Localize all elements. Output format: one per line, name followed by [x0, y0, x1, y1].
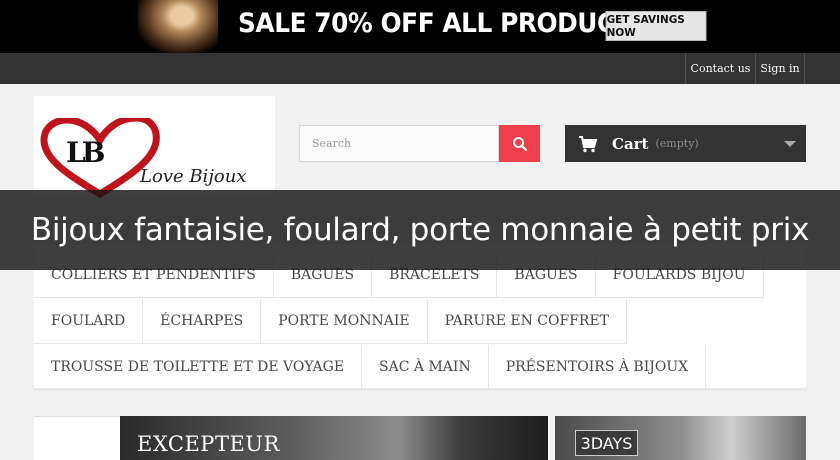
page-title: Bijoux fantaisie, foulard, porte monnaie…	[30, 212, 810, 248]
promo-banner[interactable]: SALE 70% OFF ALL PRODUCTS GET SAVINGS NO…	[0, 0, 840, 53]
search-input[interactable]	[299, 125, 499, 162]
chevron-down-icon[interactable]	[784, 141, 796, 147]
get-savings-button[interactable]: GET SAVINGS NOW	[605, 11, 707, 41]
menu-item-sac-a-main[interactable]: SAC À MAIN	[362, 345, 489, 390]
menu-row: FOULARD ÉCHARPES PORTE MONNAIE PARURE EN…	[34, 299, 628, 344]
site-logo[interactable]: LB Love Bijoux	[34, 96, 275, 198]
cart-label: Cart	[612, 134, 649, 153]
search-bar	[299, 125, 540, 162]
search-icon	[512, 136, 527, 151]
contact-us-link[interactable]: Contact us	[685, 53, 755, 84]
slider-banner[interactable]: EXCEPTEUR	[120, 416, 548, 460]
search-button[interactable]	[499, 125, 540, 162]
menu-item-presentoirs[interactable]: PRÉSENTOIRS À BIJOUX	[488, 345, 707, 390]
slider-side-panel	[34, 416, 120, 460]
promo-side-banner[interactable]: 3DAYS	[555, 416, 806, 460]
menu-item-porte-monnaie[interactable]: PORTE MONNAIE	[261, 299, 428, 344]
menu-item-foulard[interactable]: FOULARD	[34, 299, 144, 344]
promo-model-image	[138, 0, 218, 53]
cart-status: (empty)	[655, 137, 699, 150]
title-overlay: Bijoux fantaisie, foulard, porte monnaie…	[0, 190, 840, 270]
promo-headline: SALE 70% OFF ALL PRODUCTS	[238, 8, 649, 39]
cart-button[interactable]: Cart (empty)	[565, 125, 806, 162]
slider-caption: EXCEPTEUR	[137, 432, 280, 456]
logo-text: Love Bijoux	[140, 166, 247, 187]
menu-item-trousse[interactable]: TROUSSE DE TOILETTE ET DE VOYAGE	[34, 345, 363, 390]
cart-icon	[579, 135, 598, 152]
days-badge: 3DAYS	[575, 430, 638, 456]
menu-row: TROUSSE DE TOILETTE ET DE VOYAGE SAC À M…	[34, 345, 707, 390]
menu-item-echarpes[interactable]: ÉCHARPES	[143, 299, 262, 344]
top-navbar: Contact us Sign in	[0, 53, 840, 84]
menu-item-parure[interactable]: PARURE EN COFFRET	[427, 299, 628, 344]
logo-monogram: LB	[66, 136, 105, 169]
sign-in-link[interactable]: Sign in	[755, 53, 805, 84]
